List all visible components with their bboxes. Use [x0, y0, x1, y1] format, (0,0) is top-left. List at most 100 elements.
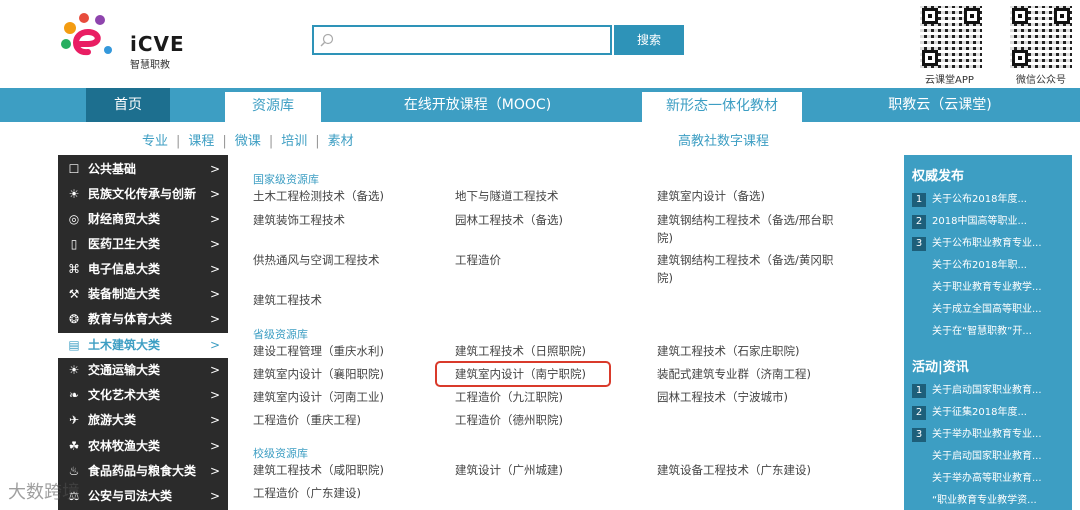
chevron-right-icon: >	[210, 187, 221, 201]
resource-link[interactable]: 地下与隧道工程技术	[455, 187, 559, 205]
nav-cloud-classroom[interactable]: 职教云（云课堂)	[880, 88, 1000, 122]
resource-link[interactable]: 工程造价（九江职院)	[455, 388, 563, 406]
news-link[interactable]: 关于在“智慧职教”开...	[912, 323, 1068, 341]
section-title-national: 国家级资源库	[253, 173, 319, 186]
resource-link[interactable]: 建筑钢结构工程技术（备选/邢台职院)	[657, 211, 835, 247]
news-link[interactable]: 关于启动国家职业教育...	[912, 448, 1068, 466]
news-link[interactable]: 1 关于启动国家职业教育...	[912, 382, 1068, 400]
resource-link[interactable]: 建设工程管理（重庆水利)	[253, 342, 384, 360]
resource-link[interactable]: 建筑设计（广州城建)	[455, 461, 563, 479]
news-link-text: “职业教育专业教学资...	[932, 495, 1037, 506]
leaf-icon: ❧	[68, 388, 80, 402]
chevron-right-icon: >	[210, 212, 221, 226]
rank-badge: 1	[912, 384, 926, 398]
nav-mooc[interactable]: 在线开放课程（MOOC)	[395, 88, 560, 122]
site-logo[interactable]: iCVE 智慧职教	[58, 10, 188, 71]
plant-icon: ☘	[68, 439, 80, 453]
chevron-right-icon: >	[210, 338, 221, 352]
sidebar-item[interactable]: ▯ 医药卫生大类 >	[58, 232, 228, 257]
resource-link[interactable]: 建筑工程技术（石家庄职院)	[657, 342, 835, 360]
news-link[interactable]: “职业教育专业教学资...	[912, 492, 1068, 510]
news-link[interactable]: 2 2018中国高等职业...	[912, 213, 1068, 231]
news-link[interactable]: 关于举办高等职业教育...	[912, 470, 1068, 488]
sidebar-item[interactable]: ☀ 交通运输大类 >	[58, 358, 228, 383]
resource-link[interactable]: 工程造价	[455, 251, 501, 269]
resource-link[interactable]: 建筑工程技术（咸阳职院)	[253, 461, 384, 479]
sidebar-item[interactable]: ❂ 教育与体育大类 >	[58, 307, 228, 332]
resource-link[interactable]: 建筑钢结构工程技术（备选/黄冈职院)	[657, 251, 835, 287]
nav-home[interactable]: 首页	[86, 88, 170, 122]
news-title: 活动|资讯	[912, 360, 969, 375]
sidebar-item[interactable]: ✈ 旅游大类 >	[58, 408, 228, 433]
news-link-text: 关于举办职业教育专业...	[932, 429, 1042, 440]
sidebar-item-label: 电子信息大类	[88, 262, 161, 276]
sidebar-item-label: 教育与体育大类	[88, 312, 173, 326]
resource-link[interactable]: 土木工程检测技术（备选)	[253, 187, 384, 205]
subnav-course[interactable]: 课程	[188, 134, 214, 149]
sidebar-item[interactable]: ❧ 文化艺术大类 >	[58, 383, 228, 408]
sidebar-item-label: 食品药品与粮食大类	[88, 464, 197, 478]
resource-link[interactable]: 建筑室内设计（襄阳职院)	[253, 365, 384, 383]
resource-link[interactable]: 建筑装饰工程技术	[253, 211, 345, 229]
sidebar-item[interactable]: ⚖ 公安与司法大类 >	[58, 484, 228, 509]
resource-link[interactable]: 工程造价（广东建设)	[253, 484, 361, 502]
traffic-icon: ☀	[68, 363, 80, 377]
resource-link[interactable]: 园林工程技术（宁波城市)	[657, 388, 835, 406]
subnav-material[interactable]: 素材	[328, 134, 354, 149]
ball-icon: ❂	[68, 312, 80, 326]
nav-resource-library[interactable]: 资源库	[225, 92, 321, 126]
news-link-text: 2018中国高等职业...	[932, 216, 1027, 227]
nav-new-textbook[interactable]: 新形态一体化教材	[642, 92, 802, 126]
news-link[interactable]: 关于职业教育专业教学...	[912, 279, 1068, 297]
news-panel: 权威发布 活动|资讯 1 关于公布2018年度... 2 2018中国高等职业... 3…	[904, 155, 1072, 510]
resource-content: 国家级资源库 省级资源库 校级资源库 土木工程检测技术（备选) 地下与隧道工程技术…	[228, 155, 900, 510]
resource-link[interactable]: 建筑工程技术	[253, 291, 322, 309]
lamp-icon: ☀	[68, 187, 80, 201]
resource-link[interactable]: 建筑工程技术（日照职院)	[455, 342, 586, 360]
chevron-right-icon: >	[210, 287, 221, 301]
logo-subtitle: 智慧职教	[130, 60, 170, 71]
sidebar-item-label: 交通运输大类	[88, 363, 161, 377]
chevron-right-icon: >	[210, 489, 221, 503]
subnav-training[interactable]: 培训	[281, 134, 307, 149]
sidebar-item[interactable]: ⌘ 电子信息大类 >	[58, 257, 228, 282]
sidebar-item[interactable]: ☘ 农林牧渔大类 >	[58, 434, 228, 459]
resource-link[interactable]: 装配式建筑专业群（济南工程)	[657, 365, 835, 383]
resource-link[interactable]: 园林工程技术（备选)	[455, 211, 563, 229]
chevron-right-icon: >	[210, 262, 221, 276]
chevron-right-icon: >	[210, 439, 221, 453]
search-button[interactable]: 搜索	[614, 25, 684, 55]
news-link[interactable]: 2 关于征集2018年度...	[912, 404, 1068, 422]
chevron-right-icon: >	[210, 237, 221, 251]
sidebar-item[interactable]: ☀ 民族文化传承与创新 >	[58, 182, 228, 207]
sidebar-item[interactable]: ◎ 财经商贸大类 >	[58, 207, 228, 232]
rank-badge: 3	[912, 237, 926, 251]
book-icon: ☐	[68, 162, 80, 176]
news-link[interactable]: 关于公布2018年职...	[912, 257, 1068, 275]
news-link-text: 关于在“智慧职教”开...	[932, 326, 1032, 337]
resource-link[interactable]: 工程造价（德州职院)	[455, 411, 563, 429]
news-link[interactable]: 3 关于举办职业教育专业...	[912, 426, 1068, 444]
search-input[interactable]	[338, 30, 608, 50]
travel-icon: ✈	[68, 413, 80, 427]
medicine-icon: ▯	[70, 237, 78, 251]
authority-title: 权威发布	[912, 169, 965, 184]
resource-link[interactable]: 建筑室内设计（河南工业)	[253, 388, 384, 406]
sidebar-item[interactable]: ⚒ 装备制造大类 >	[58, 282, 228, 307]
resource-link[interactable]: 工程造价（重庆工程)	[253, 411, 361, 429]
rank-badge: 1	[912, 193, 926, 207]
sidebar-item[interactable]: ☐ 公共基础 >	[58, 157, 228, 182]
subnav-microcourse[interactable]: 微课	[235, 134, 261, 149]
news-link[interactable]: 关于成立全国高等职业...	[912, 301, 1068, 319]
sidebar-item[interactable]: ♨ 食品药品与粮食大类 >	[58, 459, 228, 484]
resource-link[interactable]: 建筑室内设计（备选)	[657, 187, 835, 205]
subnav-digital-course[interactable]: 高教社数字课程	[678, 130, 769, 149]
search-box[interactable]	[312, 25, 612, 55]
sidebar-item[interactable]: ▤ 土木建筑大类 >	[58, 333, 228, 358]
news-link-text: 关于职业教育专业教学...	[932, 282, 1042, 293]
resource-link[interactable]: 建筑设备工程技术（广东建设)	[657, 461, 835, 479]
news-link[interactable]: 1 关于公布2018年度...	[912, 191, 1068, 209]
resource-link[interactable]: 供热通风与空调工程技术	[253, 251, 380, 269]
news-link[interactable]: 3 关于公布职业教育专业...	[912, 235, 1068, 253]
subnav-major[interactable]: 专业	[142, 134, 168, 149]
